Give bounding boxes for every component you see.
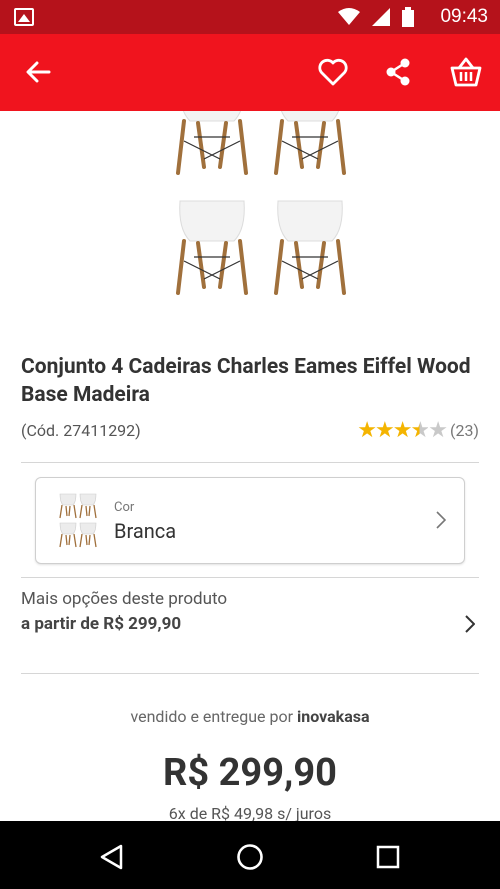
heart-icon: [318, 58, 348, 86]
more-options-price: a partir de R$ 299,90: [21, 614, 182, 634]
product-detail: Conjunto 4 Cadeiras Charles Eames Eiffel…: [0, 111, 500, 821]
status-bar: 09:43: [0, 0, 500, 34]
share-button[interactable]: [376, 50, 420, 94]
arrow-left-icon: [26, 61, 51, 83]
seller-info: vendido e entregue por inovakasa: [0, 707, 500, 726]
star-icon: ★: [357, 418, 377, 443]
seller-prefix: vendido e entregue por: [130, 707, 294, 726]
star-icon: ★: [392, 418, 413, 443]
color-thumbnail: [59, 493, 97, 548]
product-rating[interactable]: ★★★★★ (23): [357, 418, 479, 443]
star-half-icon: ★: [410, 418, 431, 443]
chevron-right-icon: [465, 615, 475, 633]
image-notification-icon: [14, 8, 34, 26]
signal-icon: [372, 8, 390, 26]
product-title: Conjunto 4 Cadeiras Charles Eames Eiffel…: [21, 355, 471, 407]
nav-recents-button[interactable]: [366, 835, 410, 879]
battery-icon: [402, 7, 414, 27]
product-image[interactable]: [160, 111, 360, 331]
rating-stars: ★★★★★: [357, 418, 448, 443]
app-bar: [0, 34, 500, 111]
color-label: Cor: [114, 500, 135, 515]
square-recents-icon: [376, 845, 400, 869]
divider: [21, 462, 479, 463]
status-icons: [338, 7, 414, 27]
color-value: Branca: [114, 519, 177, 543]
rating-count: (23): [449, 421, 479, 440]
more-options-link[interactable]: Mais opções deste produto a partir de R$…: [21, 589, 479, 661]
cart-button[interactable]: [444, 50, 488, 94]
nav-home-button[interactable]: [228, 835, 272, 879]
favorite-button[interactable]: [311, 50, 355, 94]
installments-text: 6x de R$ 49,98 s/ juros: [168, 804, 332, 821]
basket-icon: [450, 57, 482, 87]
circle-home-icon: [237, 844, 263, 870]
color-selector[interactable]: Cor Branca: [35, 477, 465, 564]
triangle-back-icon: [100, 844, 123, 870]
share-icon: [386, 58, 410, 86]
product-code: (Cód. 27411292): [21, 421, 141, 440]
product-price: R$ 299,90: [163, 751, 337, 795]
more-options-text: Mais opções deste produto: [21, 589, 228, 609]
seller-name[interactable]: inovakasa: [297, 707, 370, 726]
star-icon: ★: [375, 418, 395, 443]
back-button[interactable]: [16, 50, 60, 94]
star-empty-icon: ★: [428, 418, 448, 443]
system-nav-bar: [0, 821, 500, 889]
status-time: 09:43: [440, 6, 488, 27]
wifi-icon: [338, 8, 360, 25]
chevron-right-icon: [436, 511, 446, 529]
divider: [21, 577, 479, 578]
divider: [21, 673, 479, 674]
nav-back-button[interactable]: [89, 835, 133, 879]
